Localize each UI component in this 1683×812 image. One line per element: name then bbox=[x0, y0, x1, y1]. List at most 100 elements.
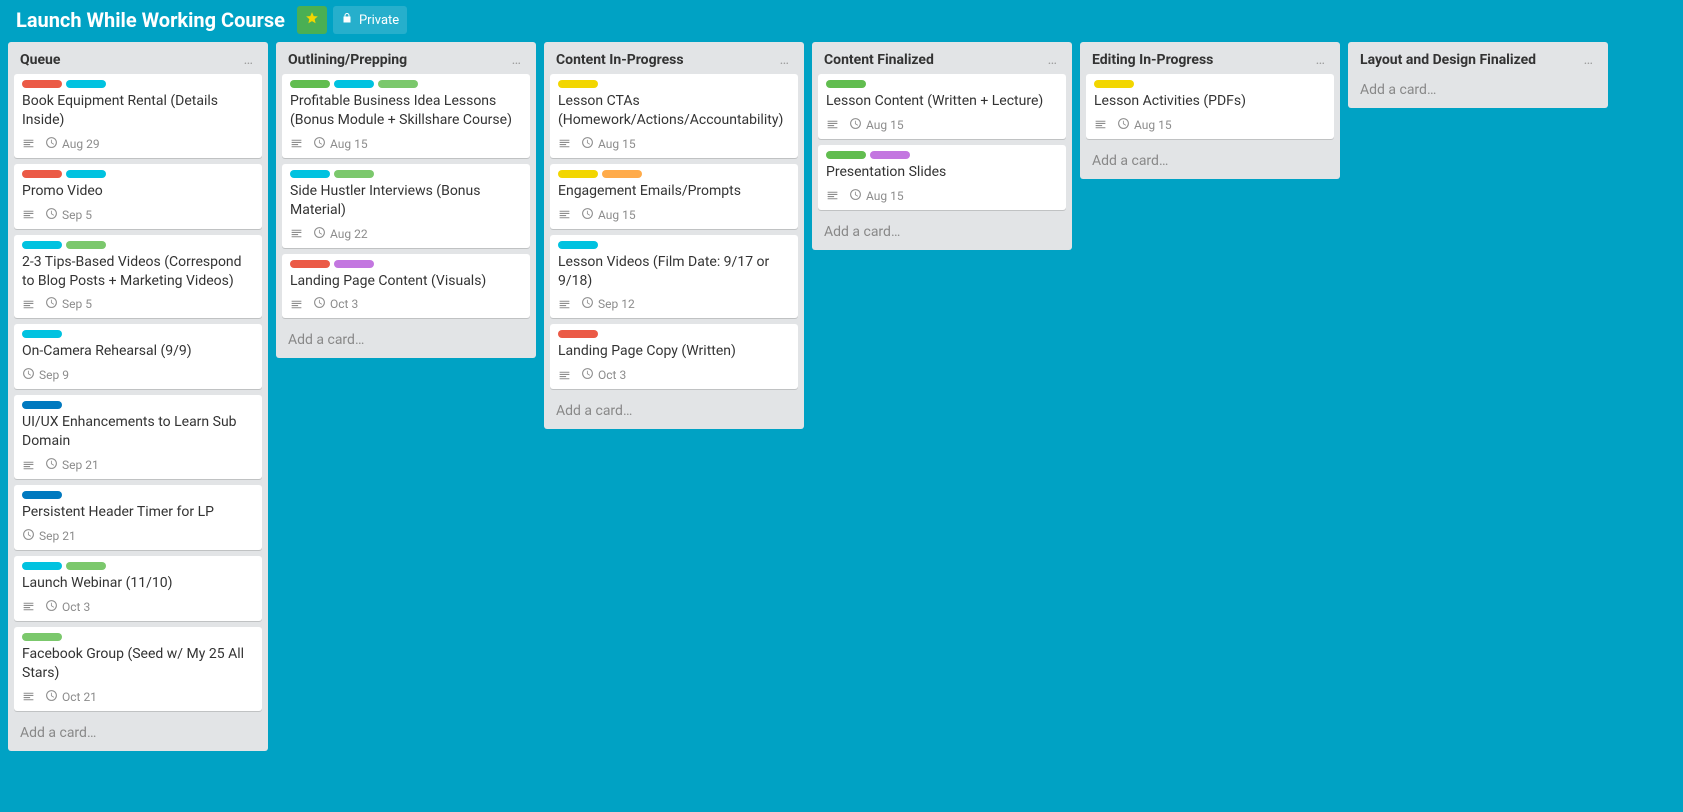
due-date-badge[interactable]: Sep 21 bbox=[45, 457, 99, 473]
card[interactable]: On-Camera Rehearsal (9/9)Sep 9 bbox=[14, 324, 262, 389]
description-icon bbox=[290, 298, 303, 311]
due-date-badge[interactable]: Aug 29 bbox=[45, 136, 100, 152]
label-red[interactable] bbox=[290, 260, 330, 268]
due-date-badge[interactable]: Sep 9 bbox=[22, 367, 69, 383]
card-labels bbox=[22, 401, 254, 409]
label-lightgreen[interactable] bbox=[66, 241, 106, 249]
due-date-badge[interactable]: Aug 15 bbox=[581, 207, 636, 223]
card[interactable]: Landing Page Content (Visuals)Oct 3 bbox=[282, 254, 530, 319]
due-date-badge[interactable]: Oct 3 bbox=[45, 599, 90, 615]
card[interactable]: Launch Webinar (11/10)Oct 3 bbox=[14, 556, 262, 621]
board-canvas[interactable]: Queue … Book Equipment Rental (Details Ins… bbox=[0, 40, 1683, 812]
card[interactable]: Facebook Group (Seed w/ My 25 All Stars)… bbox=[14, 627, 262, 711]
card-labels bbox=[1094, 80, 1326, 88]
list-title[interactable]: Outlining/Prepping bbox=[288, 52, 407, 68]
list: Content In-Progress … Lesson CTAs (Homewor… bbox=[544, 42, 804, 429]
card[interactable]: Promo VideoSep 5 bbox=[14, 164, 262, 229]
description-icon bbox=[22, 600, 35, 613]
label-purple[interactable] bbox=[334, 260, 374, 268]
card[interactable]: Persistent Header Timer for LP Sep 21 bbox=[14, 485, 262, 550]
label-sky[interactable] bbox=[66, 170, 106, 178]
list-menu-button[interactable]: … bbox=[1044, 50, 1062, 70]
add-card-button[interactable]: Add a card… bbox=[1080, 145, 1340, 179]
star-button[interactable] bbox=[297, 6, 327, 34]
due-date-badge[interactable]: Aug 15 bbox=[313, 136, 368, 152]
label-green[interactable] bbox=[826, 80, 866, 88]
label-sky[interactable] bbox=[290, 170, 330, 178]
board-title[interactable]: Launch While Working Course bbox=[10, 8, 291, 32]
card[interactable]: Profitable Business Idea Lessons (Bonus … bbox=[282, 74, 530, 158]
label-sky[interactable] bbox=[22, 241, 62, 249]
list-title[interactable]: Layout and Design Finalized bbox=[1360, 52, 1536, 68]
label-yellow[interactable] bbox=[558, 80, 598, 88]
due-date-badge[interactable]: Aug 15 bbox=[849, 188, 904, 204]
card[interactable]: Landing Page Copy (Written)Oct 3 bbox=[550, 324, 798, 389]
card[interactable]: Lesson Content (Written + Lecture)Aug 15 bbox=[818, 74, 1066, 139]
list-menu-button[interactable]: … bbox=[1580, 50, 1598, 70]
due-date-badge[interactable]: Oct 3 bbox=[313, 296, 358, 312]
add-card-button[interactable]: Add a card… bbox=[8, 717, 268, 751]
due-date-badge[interactable]: Aug 15 bbox=[581, 136, 636, 152]
label-sky[interactable] bbox=[22, 330, 62, 338]
label-sky[interactable] bbox=[22, 562, 62, 570]
label-green[interactable] bbox=[290, 80, 330, 88]
list-title[interactable]: Content In-Progress bbox=[556, 52, 684, 68]
card[interactable]: UI/UX Enhancements to Learn Sub DomainSe… bbox=[14, 395, 262, 479]
label-blue[interactable] bbox=[22, 491, 62, 499]
label-lightgreen[interactable] bbox=[378, 80, 418, 88]
list-title[interactable]: Editing In-Progress bbox=[1092, 52, 1213, 68]
card[interactable]: Lesson Activities (PDFs)Aug 15 bbox=[1086, 74, 1334, 139]
card[interactable]: Presentation SlidesAug 15 bbox=[818, 145, 1066, 210]
label-red[interactable] bbox=[22, 80, 62, 88]
add-card-button[interactable]: Add a card… bbox=[544, 395, 804, 429]
label-sky[interactable] bbox=[66, 80, 106, 88]
add-card-button[interactable]: Add a card… bbox=[276, 324, 536, 358]
card-badges: Sep 12 bbox=[558, 294, 790, 312]
due-date-badge[interactable]: Sep 12 bbox=[581, 296, 635, 312]
due-date-badge[interactable]: Oct 21 bbox=[45, 689, 97, 705]
add-card-button[interactable]: Add a card… bbox=[1348, 74, 1608, 108]
label-lightgreen[interactable] bbox=[22, 633, 62, 641]
card[interactable]: Engagement Emails/PromptsAug 15 bbox=[550, 164, 798, 229]
card[interactable]: Lesson Videos (Film Date: 9/17 or 9/18)S… bbox=[550, 235, 798, 319]
card-badges: Oct 3 bbox=[558, 365, 790, 383]
label-green[interactable] bbox=[826, 151, 866, 159]
card-title: Book Equipment Rental (Details Inside) bbox=[22, 92, 254, 130]
card-badges: Sep 9 bbox=[22, 365, 254, 383]
card-title: Persistent Header Timer for LP bbox=[22, 503, 254, 522]
label-red[interactable] bbox=[558, 330, 598, 338]
label-sky[interactable] bbox=[334, 80, 374, 88]
label-lightgreen[interactable] bbox=[334, 170, 374, 178]
list-title[interactable]: Queue bbox=[20, 52, 60, 68]
label-purple[interactable] bbox=[870, 151, 910, 159]
label-yellow[interactable] bbox=[558, 170, 598, 178]
due-date-badge[interactable]: Aug 15 bbox=[1117, 117, 1172, 133]
add-card-button[interactable]: Add a card… bbox=[812, 216, 1072, 250]
board-header: Launch While Working Course Private bbox=[0, 0, 1683, 40]
due-date-badge[interactable]: Sep 5 bbox=[45, 207, 92, 223]
list-title[interactable]: Content Finalized bbox=[824, 52, 934, 68]
label-red[interactable] bbox=[22, 170, 62, 178]
card[interactable]: 2-3 Tips-Based Videos (Correspond to Blo… bbox=[14, 235, 262, 319]
due-date-badge[interactable]: Oct 3 bbox=[581, 367, 626, 383]
due-date-badge[interactable]: Sep 21 bbox=[22, 528, 76, 544]
label-orange[interactable] bbox=[602, 170, 642, 178]
due-date-badge[interactable]: Sep 5 bbox=[45, 296, 92, 312]
privacy-button[interactable]: Private bbox=[333, 6, 407, 34]
list-menu-button[interactable]: … bbox=[508, 50, 526, 70]
clock-icon bbox=[313, 226, 326, 242]
label-sky[interactable] bbox=[558, 241, 598, 249]
card[interactable]: Lesson CTAs (Homework/Actions/Accountabi… bbox=[550, 74, 798, 158]
list-menu-button[interactable]: … bbox=[240, 50, 258, 70]
card[interactable]: Book Equipment Rental (Details Inside) Au… bbox=[14, 74, 262, 158]
list: Queue … Book Equipment Rental (Details Ins… bbox=[8, 42, 268, 751]
list-menu-button[interactable]: … bbox=[776, 50, 794, 70]
label-blue[interactable] bbox=[22, 401, 62, 409]
label-lightgreen[interactable] bbox=[66, 562, 106, 570]
due-date-badge[interactable]: Aug 15 bbox=[849, 117, 904, 133]
due-date-badge[interactable]: Aug 22 bbox=[313, 226, 368, 242]
card-badges: Aug 29 bbox=[22, 134, 254, 152]
label-yellow[interactable] bbox=[1094, 80, 1134, 88]
card[interactable]: Side Hustler Interviews (Bonus Material)… bbox=[282, 164, 530, 248]
list-menu-button[interactable]: … bbox=[1312, 50, 1330, 70]
